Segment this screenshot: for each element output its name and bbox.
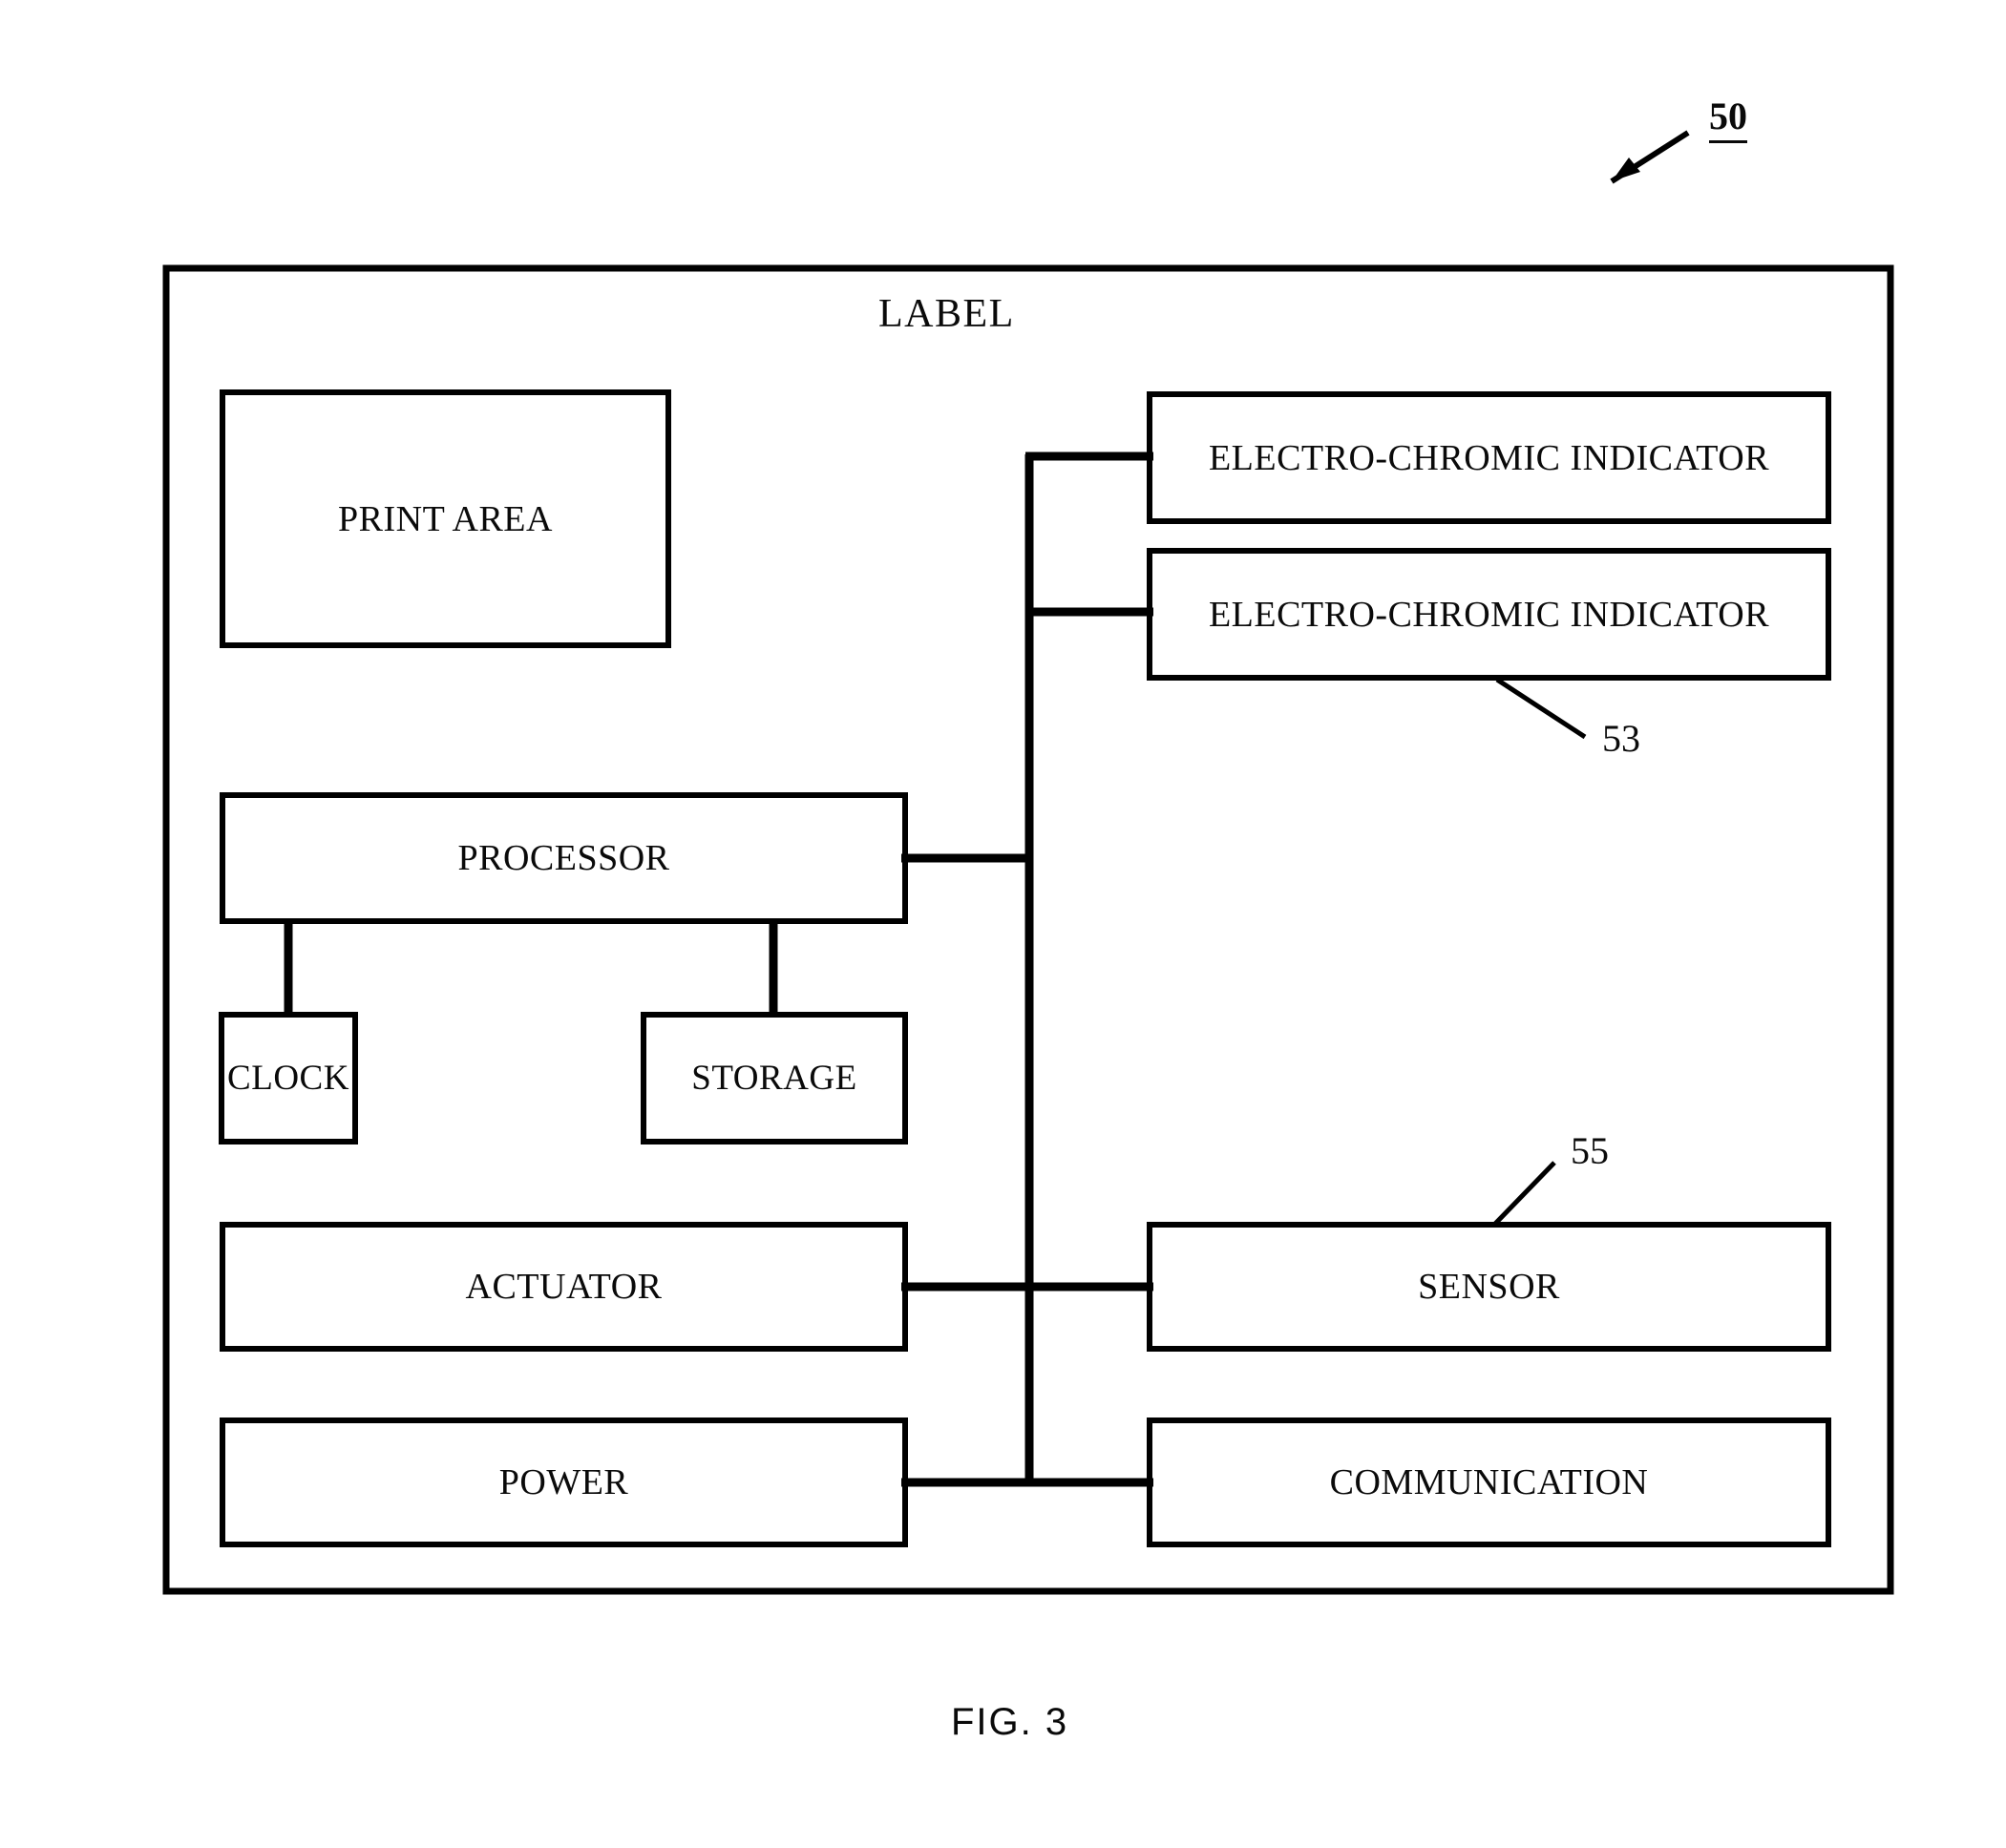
storage-box	[641, 1012, 908, 1144]
figure-caption: FIG. 3	[951, 1701, 1069, 1743]
ref-55-leader	[1492, 1161, 1556, 1227]
processor-box	[220, 792, 908, 924]
reference-number-55: 55	[1571, 1129, 1609, 1172]
clock-box	[219, 1012, 358, 1144]
reference-number-53: 53	[1602, 717, 1640, 760]
print-area-box	[220, 389, 671, 648]
power-box	[220, 1418, 908, 1547]
electro-chromic-indicator-2-box	[1147, 548, 1831, 681]
sensor-box	[1147, 1222, 1831, 1352]
ref-53-leader	[1495, 677, 1587, 740]
actuator-box	[220, 1222, 908, 1352]
diagram-geometry	[162, 130, 1894, 1595]
communication-box	[1147, 1418, 1831, 1547]
patent-figure: LABEL 50 53 55 PRINT AREA PROCESSOR CLOC…	[0, 0, 2006, 1848]
electro-chromic-indicator-1-box	[1147, 391, 1831, 524]
reference-number-50: 50	[1709, 94, 1747, 143]
label-container-title: LABEL	[878, 292, 1015, 336]
ref-50-leader	[1610, 130, 1690, 184]
